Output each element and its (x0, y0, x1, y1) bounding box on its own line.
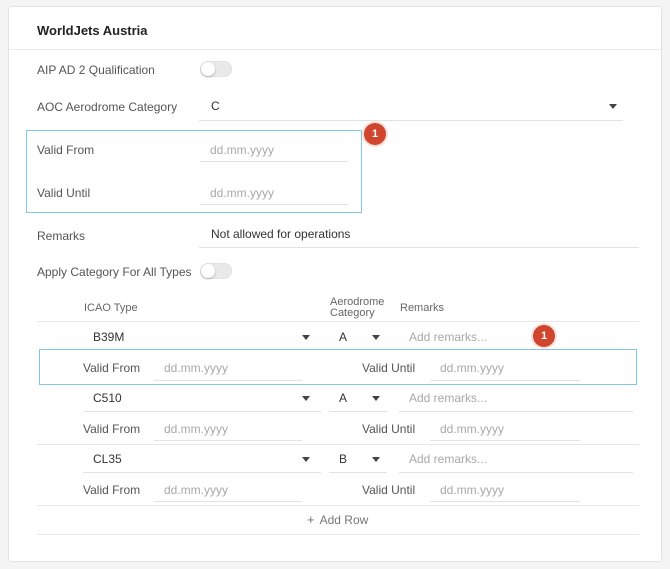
row3-icao-select[interactable]: CL35 (93, 452, 122, 466)
row2-divider (37, 444, 639, 445)
aoc-category-value[interactable]: C (211, 99, 220, 113)
row1-valid-from-input[interactable]: dd.mm.yyyy (164, 361, 228, 375)
aip-qualification-toggle[interactable] (200, 61, 232, 77)
row3-remarks-underline (399, 472, 633, 473)
row3-valid-until-underline (430, 501, 580, 502)
row1-valid-until-input[interactable]: dd.mm.yyyy (440, 361, 504, 375)
card-title: WorldJets Austria (37, 23, 148, 38)
valid-until-input[interactable]: dd.mm.yyyy (210, 186, 274, 200)
apply-category-label: Apply Category For All Types (37, 265, 192, 279)
row3-divider (37, 505, 639, 506)
row2-valid-until-underline (430, 440, 580, 441)
plus-icon: + (307, 512, 315, 527)
aip-qualification-label: AIP AD 2 Qualification (37, 63, 155, 77)
col-header-icao-type: ICAO Type (84, 302, 138, 314)
valid-from-label: Valid From (37, 143, 95, 157)
valid-until-underline (200, 204, 348, 205)
col-header-remarks: Remarks (400, 302, 445, 314)
row2-valid-until-input[interactable]: dd.mm.yyyy (440, 422, 504, 436)
row2-category-select[interactable]: A (339, 391, 347, 405)
row3-valid-until-input[interactable]: dd.mm.yyyy (440, 483, 504, 497)
chevron-down-icon[interactable] (302, 457, 310, 462)
chevron-down-icon[interactable] (372, 457, 380, 462)
row3-category-underline (329, 472, 387, 473)
row3-category-select[interactable]: B (339, 452, 347, 466)
table-header-divider (37, 321, 639, 322)
row3-remarks-input[interactable]: Add remarks... (409, 452, 487, 466)
add-row-label: Add Row (319, 513, 369, 527)
header-divider (9, 49, 661, 50)
row1-valid-from-label: Valid From (83, 361, 141, 375)
row1-remarks-input[interactable]: Add remarks... (409, 330, 487, 344)
row3-valid-from-underline (154, 501, 302, 502)
chevron-down-icon[interactable] (372, 396, 380, 401)
row2-valid-from-label: Valid From (83, 422, 141, 436)
row2-valid-from-input[interactable]: dd.mm.yyyy (164, 422, 228, 436)
remarks-underline (199, 247, 639, 248)
callout-badge-1-row: 1 (533, 325, 555, 347)
chevron-down-icon[interactable] (302, 335, 310, 340)
row1-category-select[interactable]: A (339, 330, 347, 344)
row2-remarks-input[interactable]: Add remarks... (409, 391, 487, 405)
apply-category-toggle[interactable] (200, 263, 232, 279)
row3-valid-from-input[interactable]: dd.mm.yyyy (164, 483, 228, 497)
row3-valid-from-label: Valid From (83, 483, 141, 497)
col-header-aerodrome-category-line2: Category (330, 307, 375, 319)
row2-remarks-underline (399, 411, 633, 412)
row1-icao-select[interactable]: B39M (93, 330, 124, 344)
add-row-button[interactable]: + Add Row (307, 512, 368, 527)
airline-card: WorldJets Austria AIP AD 2 Qualification… (8, 6, 662, 562)
valid-until-label: Valid Until (37, 186, 91, 200)
row2-category-underline (329, 411, 387, 412)
remarks-label: Remarks (37, 229, 86, 243)
row2-icao-underline (83, 411, 321, 412)
chevron-down-icon[interactable] (609, 104, 617, 109)
row1-valid-from-underline (154, 380, 302, 381)
row2-valid-from-underline (154, 440, 302, 441)
row3-valid-until-label: Valid Until (362, 483, 416, 497)
aoc-category-underline (199, 120, 623, 121)
row2-icao-select[interactable]: C510 (93, 391, 122, 405)
aoc-category-label: AOC Aerodrome Category (37, 100, 178, 114)
chevron-down-icon[interactable] (372, 335, 380, 340)
table-footer-divider (37, 534, 639, 535)
valid-from-input[interactable]: dd.mm.yyyy (210, 143, 274, 157)
row3-icao-underline (83, 472, 321, 473)
chevron-down-icon[interactable] (302, 396, 310, 401)
row1-valid-until-label: Valid Until (362, 361, 416, 375)
callout-badge-1: 1 (364, 123, 386, 145)
toggle-knob (201, 62, 215, 76)
valid-from-underline (200, 161, 348, 162)
remarks-input[interactable]: Not allowed for operations (211, 227, 350, 241)
row2-valid-until-label: Valid Until (362, 422, 416, 436)
toggle-knob (201, 264, 215, 278)
row1-valid-until-underline (430, 380, 580, 381)
